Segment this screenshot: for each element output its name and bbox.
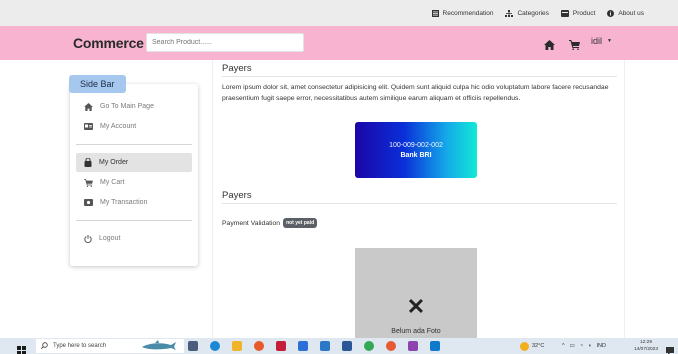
status-badge: not yet paid bbox=[283, 218, 318, 228]
firefox-icon[interactable] bbox=[254, 341, 264, 351]
sidebar-item-label: Logout bbox=[99, 235, 121, 242]
topnav-about[interactable]: About us bbox=[607, 9, 644, 17]
clock-time: 12:29 bbox=[640, 340, 653, 345]
network-icon[interactable]: ◔ bbox=[580, 343, 583, 349]
sidebar-item-cart[interactable]: My Cart bbox=[76, 173, 192, 192]
top-utility-bar: Recommendation Categories Product About … bbox=[0, 0, 678, 26]
vscode-icon[interactable] bbox=[430, 341, 440, 351]
user-name: idil bbox=[591, 36, 603, 46]
top-nav: Recommendation Categories Product About … bbox=[431, 0, 644, 26]
store-icon[interactable] bbox=[298, 341, 308, 351]
payers-heading-2: Payers bbox=[222, 190, 252, 201]
weather-sun-icon bbox=[520, 341, 529, 351]
sidebar-item-label: My Transaction bbox=[100, 199, 148, 206]
battery-icon[interactable]: ▭ bbox=[570, 343, 575, 349]
sidebar-item-label: My Account bbox=[100, 123, 137, 130]
xampp-icon[interactable] bbox=[408, 341, 418, 351]
sidebar-title: Side Bar bbox=[69, 75, 126, 93]
windows-start-icon[interactable] bbox=[17, 342, 26, 354]
bank-account-card: 100-009-002-002 Bank BRI bbox=[355, 122, 477, 178]
sitemap-icon bbox=[505, 9, 514, 17]
sidebar-divider bbox=[76, 220, 192, 221]
account-number: 100-009-002-002 bbox=[389, 141, 443, 149]
sidebar-item-main-page[interactable]: Go To Main Page bbox=[76, 97, 192, 116]
clock-date: 14/07/2023 bbox=[634, 347, 659, 352]
bag-icon bbox=[84, 158, 92, 167]
sidebar-item-label: My Cart bbox=[100, 179, 125, 186]
word-icon[interactable] bbox=[342, 341, 352, 351]
list-icon bbox=[431, 9, 439, 17]
edge-icon[interactable] bbox=[210, 341, 220, 351]
payers-heading: Payers bbox=[222, 63, 252, 74]
product-icon bbox=[560, 9, 569, 17]
photo-placeholder-text: Belum ada Foto bbox=[391, 328, 441, 335]
topnav-recommendation-label: Recommendation bbox=[442, 9, 494, 17]
chrome-icon[interactable] bbox=[364, 341, 374, 351]
topnav-product-label: Product bbox=[572, 9, 596, 17]
chevron-up-icon[interactable]: ^ bbox=[562, 343, 565, 349]
sidebar-divider bbox=[76, 144, 192, 145]
payment-validation: Payment Validation not yet paid bbox=[222, 218, 318, 228]
shark-icon bbox=[141, 339, 177, 353]
x-icon: ✕ bbox=[406, 294, 426, 319]
topnav-recommendation[interactable]: Recommendation bbox=[431, 9, 494, 17]
notification-icon[interactable] bbox=[666, 342, 674, 354]
brand-logo[interactable]: Commerce bbox=[73, 35, 144, 51]
user-menu[interactable]: idil ▼ bbox=[591, 36, 612, 46]
heading-divider bbox=[222, 76, 617, 77]
cart-icon[interactable] bbox=[569, 37, 580, 55]
payment-photo-placeholder[interactable]: ✕ Belum ada Foto bbox=[355, 248, 477, 338]
volume-icon[interactable]: ◖ bbox=[588, 343, 591, 349]
topnav-categories-label: Categories bbox=[517, 9, 549, 17]
header: Commerce idil ▼ bbox=[0, 26, 678, 60]
search-input[interactable] bbox=[146, 33, 304, 52]
home-icon bbox=[84, 102, 93, 111]
file-explorer-icon[interactable] bbox=[232, 341, 242, 351]
weather-widget[interactable]: 32°C bbox=[520, 338, 544, 354]
info-icon bbox=[607, 9, 615, 17]
money-icon bbox=[84, 199, 93, 206]
taskbar-search[interactable]: Type here to search bbox=[36, 339, 184, 353]
topnav-categories[interactable]: Categories bbox=[505, 9, 549, 17]
filezilla-icon[interactable] bbox=[276, 341, 286, 351]
description-text: Lorem ipsum dolor sit, amet consectetur … bbox=[222, 84, 609, 102]
topnav-about-label: About us bbox=[618, 9, 644, 17]
task-view-icon[interactable] bbox=[188, 341, 198, 351]
temperature: 32°C bbox=[532, 343, 545, 349]
topnav-product[interactable]: Product bbox=[560, 9, 596, 17]
taskbar-search-placeholder: Type here to search bbox=[53, 343, 107, 349]
system-tray: ^ ▭ ◔ ◖ IND bbox=[562, 338, 606, 354]
home-icon[interactable] bbox=[544, 37, 555, 55]
language-indicator[interactable]: IND bbox=[596, 343, 605, 349]
sidebar-item-label: My Order bbox=[99, 159, 129, 166]
sidebar-item-account[interactable]: My Account bbox=[76, 117, 192, 136]
cart-icon bbox=[84, 178, 93, 187]
caret-down-icon: ▼ bbox=[607, 38, 612, 44]
bank-name: Bank BRI bbox=[400, 151, 432, 159]
mail-icon[interactable] bbox=[320, 341, 330, 351]
sidebar-item-transaction[interactable]: My Transaction bbox=[76, 193, 192, 212]
sidebar: Go To Main Page My Account My Order My C… bbox=[70, 84, 198, 266]
id-card-icon bbox=[84, 123, 93, 130]
heading-divider bbox=[222, 203, 617, 204]
sidebar-item-label: Go To Main Page bbox=[100, 103, 154, 110]
sidebar-item-order[interactable]: My Order bbox=[76, 153, 192, 172]
git-icon[interactable] bbox=[386, 341, 396, 351]
clock[interactable]: 12:29 14/07/2023 bbox=[634, 339, 658, 353]
payment-validation-label: Payment Validation bbox=[222, 219, 281, 227]
taskbar: Type here to search 32°C ^ ▭ ◔ ◖ IND 12:… bbox=[0, 338, 678, 354]
power-icon bbox=[84, 234, 92, 243]
sidebar-item-logout[interactable]: Logout bbox=[76, 229, 192, 248]
search-icon bbox=[41, 341, 48, 351]
